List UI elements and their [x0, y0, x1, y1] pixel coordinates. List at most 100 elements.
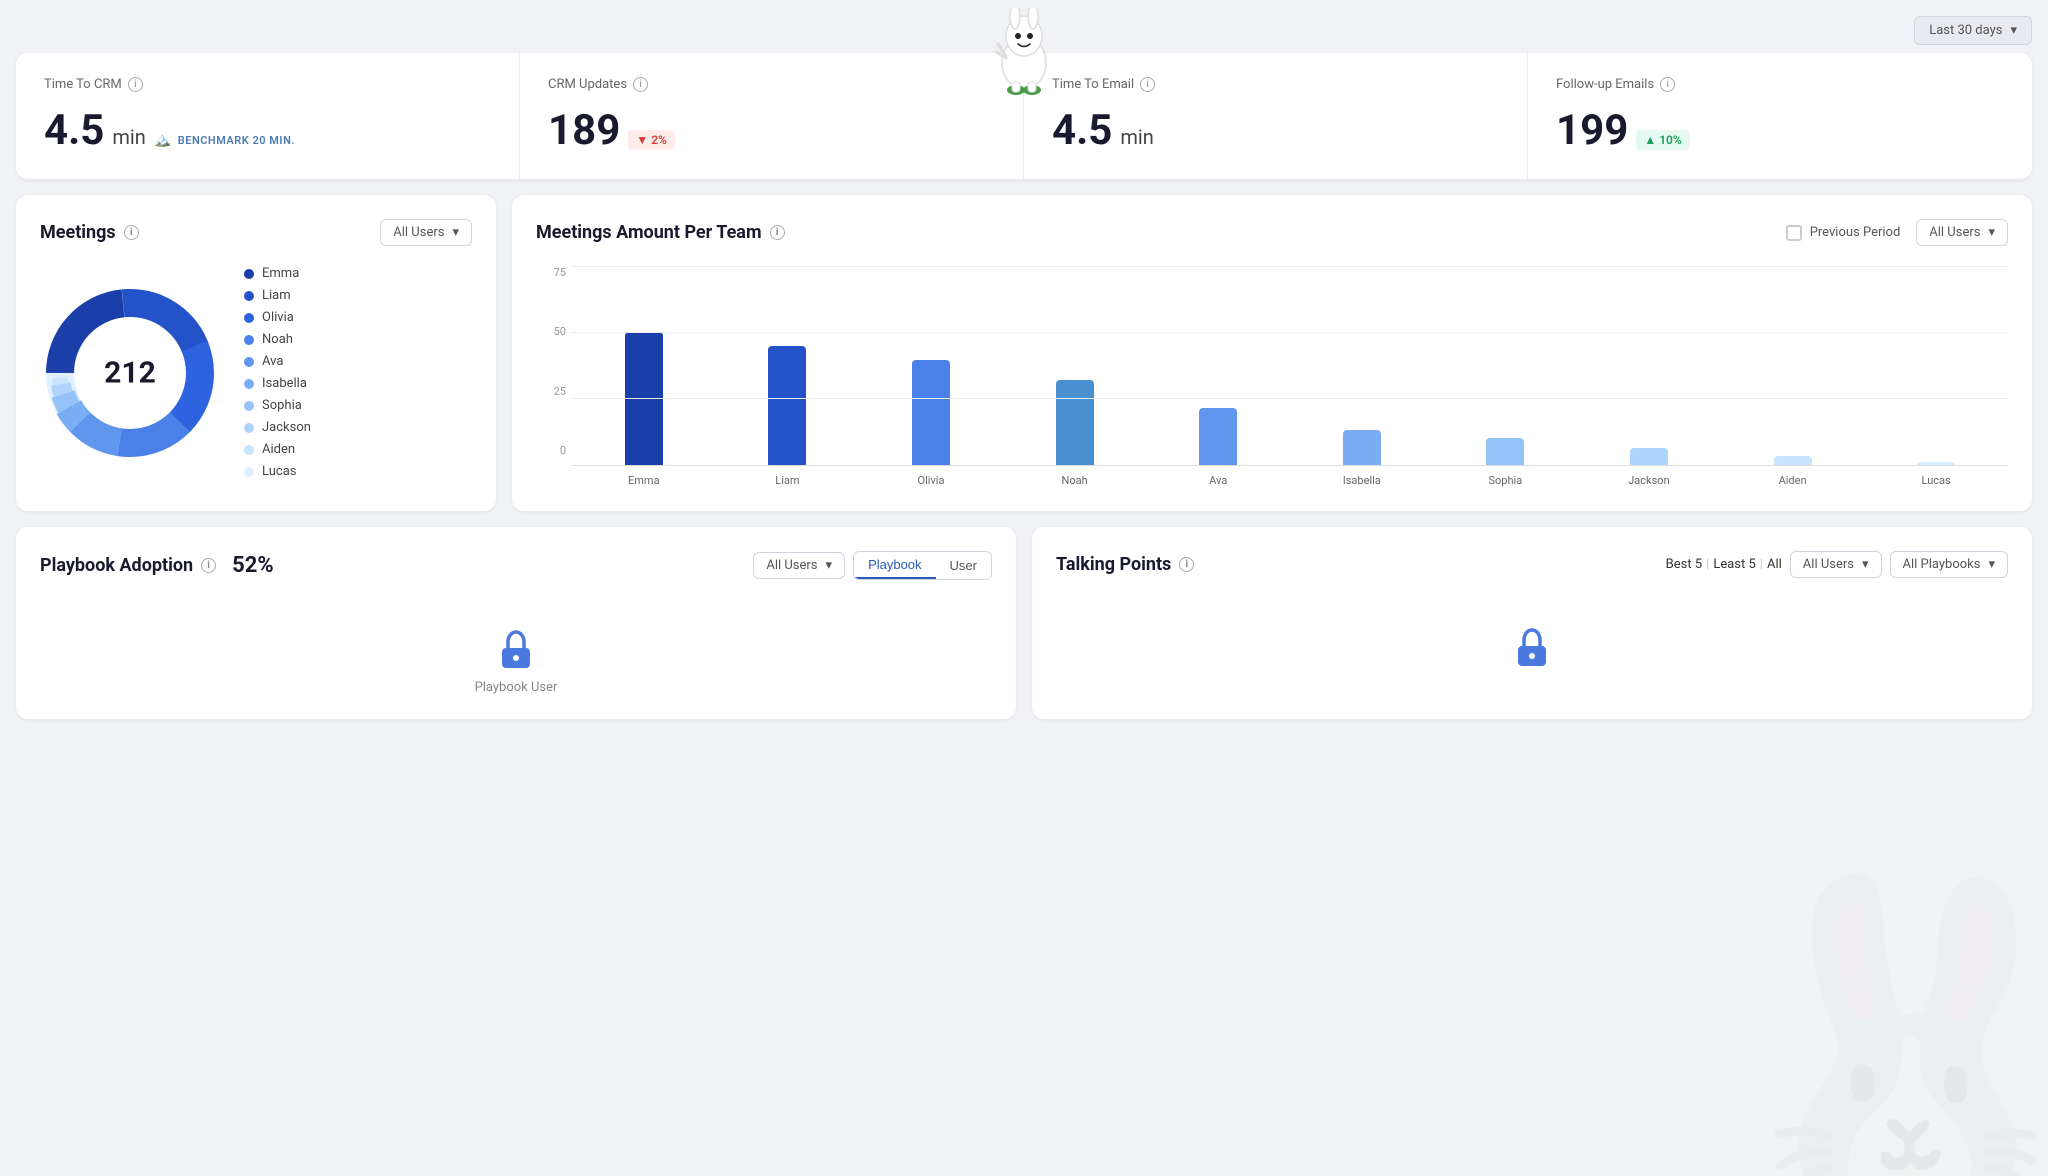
date-filter-dropdown[interactable]: Last 30 days ▾ — [1914, 16, 2032, 45]
metric-time-to-email: Time To Email i 4.5 min — [1024, 53, 1528, 179]
info-icon-time-to-email[interactable]: i — [1140, 77, 1155, 92]
bar-chart-panel-header: Meetings Amount Per Team i Previous Peri… — [536, 219, 2008, 246]
talking-points-user-dropdown[interactable]: All Users ▾ — [1790, 551, 1882, 578]
playbook-adoption-title: Playbook Adoption i 52% — [40, 553, 274, 578]
legend-dot-liam — [244, 291, 254, 301]
chart-area — [572, 266, 2008, 466]
chevron-down-icon: ▾ — [826, 558, 833, 573]
bar-emma — [576, 332, 712, 466]
legend-dot-olivia — [244, 313, 254, 323]
x-label-sophia: Sophia — [1438, 474, 1574, 487]
info-icon-playbook[interactable]: i — [201, 558, 216, 573]
legend-item-isabella: Isabella — [244, 376, 311, 391]
info-icon-crm-updates[interactable]: i — [633, 77, 648, 92]
talking-points-header: Talking Points i Best 5 | Least 5 | All … — [1056, 551, 2008, 578]
meetings-title: Meetings i — [40, 222, 139, 243]
legend-dot-jackson — [244, 423, 254, 433]
talking-points-title: Talking Points i — [1056, 554, 1194, 575]
arrow-down-icon: ▼ — [636, 133, 648, 147]
follow-up-emails-badge: ▲ 10% — [1636, 130, 1689, 150]
background-watermark: 🐰 — [1710, 861, 2048, 1176]
info-icon-talking-points[interactable]: i — [1179, 557, 1194, 572]
legend-item-emma: Emma — [244, 266, 311, 281]
playbook-adoption-card: Playbook Adoption i 52% All Users ▾ Play… — [16, 527, 1016, 719]
bar-rect-noah — [1056, 380, 1094, 466]
info-icon-time-to-crm[interactable]: i — [128, 77, 143, 92]
metric-time-to-crm: Time To CRM i 4.5 min 🏔️ BENCHMARK 20 MI… — [16, 53, 520, 179]
legend-item-olivia: Olivia — [244, 310, 311, 325]
legend-item-ava: Ava — [244, 354, 311, 369]
bar-liam — [720, 346, 856, 466]
donut-chart: 212 — [40, 283, 220, 463]
prev-period-checkbox[interactable] — [1786, 225, 1802, 241]
filter-all[interactable]: All — [1767, 557, 1782, 572]
x-label-isabella: Isabella — [1294, 474, 1430, 487]
bottom-cards: Playbook Adoption i 52% All Users ▾ Play… — [16, 527, 2032, 719]
filter-best5[interactable]: Best 5 — [1666, 557, 1703, 572]
bar-chart-user-dropdown[interactable]: All Users ▾ — [1916, 219, 2008, 246]
legend-item-lucas: Lucas — [244, 464, 311, 479]
bar-rect-ava — [1199, 408, 1237, 466]
chevron-down-icon: ▾ — [1988, 557, 1995, 572]
x-axis-labels: Emma Liam Olivia Noah Ava Isabella Sophi… — [572, 474, 2008, 487]
playbook-user-dropdown[interactable]: All Users ▾ — [753, 552, 845, 579]
grid-line-50 — [572, 332, 2008, 333]
bar-rect-emma — [625, 332, 663, 466]
metric-crm-updates: CRM Updates i 189 ▼ 2% — [520, 53, 1024, 179]
info-icon-follow-up-emails[interactable]: i — [1660, 77, 1675, 92]
x-label-jackson: Jackson — [1581, 474, 1717, 487]
meetings-user-dropdown[interactable]: All Users ▾ — [380, 219, 472, 246]
lock-icon — [498, 628, 534, 676]
talking-points-filters: Best 5 | Least 5 | All — [1666, 557, 1782, 572]
grid-line-0 — [572, 465, 2008, 466]
meetings-legend: Emma Liam Olivia Noah Ava — [244, 266, 311, 479]
toggle-user-btn[interactable]: User — [936, 552, 991, 579]
donut-area: 212 Emma Liam Olivia Noah — [40, 266, 472, 479]
legend-dot-emma — [244, 269, 254, 279]
legend-dot-noah — [244, 335, 254, 345]
date-filter-label: Last 30 days — [1929, 23, 2002, 38]
prev-period-label: Previous Period — [1810, 225, 1901, 240]
info-icon-bar-chart[interactable]: i — [770, 225, 785, 240]
metric-label-crm-updates: CRM Updates i — [548, 77, 995, 92]
talking-points-playbook-dropdown[interactable]: All Playbooks ▾ — [1890, 551, 2008, 578]
metric-label-time-to-email: Time To Email i — [1052, 77, 1499, 92]
metric-value-crm-updates: 189 ▼ 2% — [548, 106, 995, 155]
bar-chart-title: Meetings Amount Per Team i — [536, 222, 785, 243]
x-label-lucas: Lucas — [1868, 474, 2004, 487]
legend-dot-lucas — [244, 467, 254, 477]
metric-follow-up-emails: Follow-up Emails i 199 ▲ 10% — [1528, 53, 2032, 179]
grid-line-25 — [572, 398, 2008, 399]
bar-chart-panel: Meetings Amount Per Team i Previous Peri… — [512, 195, 2032, 511]
metric-label-time-to-crm: Time To CRM i — [44, 77, 491, 92]
chevron-down-icon: ▾ — [1988, 225, 1995, 240]
legend-item-liam: Liam — [244, 288, 311, 303]
x-label-ava: Ava — [1150, 474, 1286, 487]
x-label-noah: Noah — [1007, 474, 1143, 487]
bar-isabella — [1294, 430, 1430, 466]
bar-rect-olivia — [912, 360, 950, 466]
bar-jackson — [1581, 448, 1717, 466]
chevron-down-icon: ▾ — [1862, 557, 1869, 572]
legend-item-sophia: Sophia — [244, 398, 311, 413]
playbook-adoption-header: Playbook Adoption i 52% All Users ▾ Play… — [40, 551, 992, 580]
bar-ava — [1150, 408, 1286, 466]
chevron-down-icon: ▾ — [452, 225, 459, 240]
info-icon-meetings[interactable]: i — [124, 225, 139, 240]
legend-dot-aiden — [244, 445, 254, 455]
bar-chart-container: 75 50 25 0 — [536, 266, 2008, 487]
metric-value-time-to-email: 4.5 min — [1052, 106, 1499, 155]
metric-value-follow-up-emails: 199 ▲ 10% — [1556, 106, 2004, 155]
middle-panels: Meetings i All Users ▾ — [16, 195, 2032, 511]
benchmark-badge: 🏔️ BENCHMARK 20 MIN. — [154, 132, 295, 148]
x-label-olivia: Olivia — [863, 474, 999, 487]
playbook-adoption-percentage: 52% — [232, 553, 274, 578]
bar-sophia — [1438, 438, 1574, 466]
y-axis: 75 50 25 0 — [536, 266, 566, 457]
toggle-playbook-btn[interactable]: Playbook — [854, 552, 935, 579]
benchmark-icon: 🏔️ — [154, 132, 172, 148]
filter-least5[interactable]: Least 5 — [1713, 557, 1755, 572]
x-label-emma: Emma — [576, 474, 712, 487]
legend-dot-ava — [244, 357, 254, 367]
bar-rect-liam — [768, 346, 806, 466]
